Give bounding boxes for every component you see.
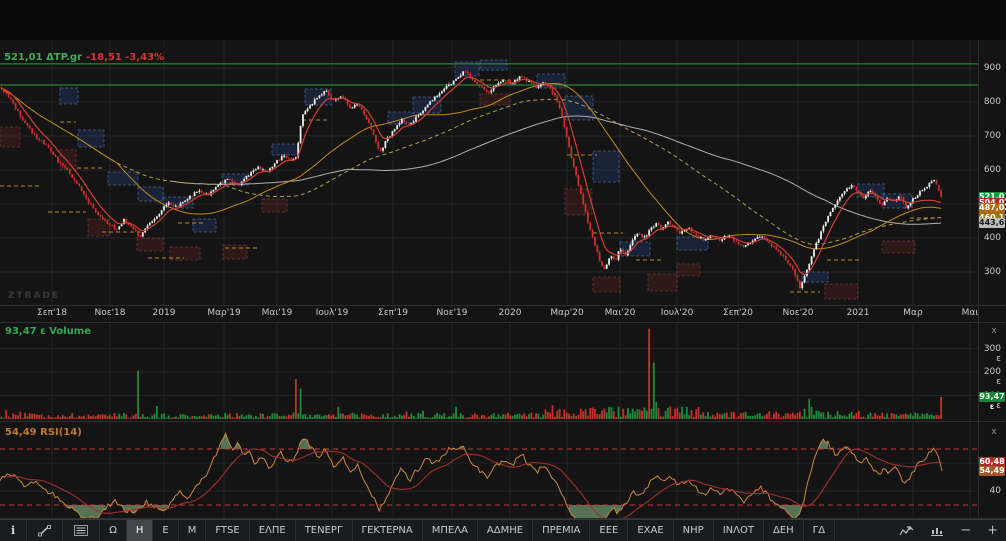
toolbar-item-15-δεη[interactable]: ΔΕΗ bbox=[764, 520, 804, 541]
toolbar-item-13-νηρ[interactable]: ΝΗΡ bbox=[674, 520, 714, 541]
rsi-tick-40: 40 bbox=[989, 486, 1001, 496]
zoom-out-icon[interactable]: − bbox=[952, 520, 979, 541]
date-label: Μαι'20 bbox=[604, 308, 636, 318]
date-label: Μαρ'19 bbox=[207, 308, 241, 318]
price-tick-400: 400 bbox=[983, 233, 1001, 243]
date-label: Ιουλ'19 bbox=[315, 308, 349, 318]
toolbar-item-0-ω[interactable]: Ω bbox=[100, 520, 127, 541]
price-tick-600: 600 bbox=[983, 165, 1001, 175]
toolbar-item-5-ελπε[interactable]: ΕΛΠΕ bbox=[250, 520, 296, 541]
toolbar-item-8-μπελα[interactable]: ΜΠΕΛΑ bbox=[423, 520, 478, 541]
date-label: 2021 bbox=[846, 308, 870, 318]
volume-close-icon[interactable]: x bbox=[988, 326, 1000, 337]
toolbar-item-12-εχαε[interactable]: ΕΧΑΕ bbox=[628, 520, 674, 541]
candlestick-chart-icon[interactable] bbox=[891, 520, 922, 541]
ticker-change: -18,51 -3,43% bbox=[86, 52, 165, 63]
toolbar-right-group: − + bbox=[891, 520, 1006, 541]
volume-tick-200: 200 ε bbox=[983, 367, 1001, 387]
price-tag-2: 487,02 bbox=[979, 203, 1006, 214]
date-label: Ιουλ'20 bbox=[660, 308, 694, 318]
date-label: Μαρ'20 bbox=[550, 308, 584, 318]
top-strip bbox=[0, 0, 1006, 40]
toolbar-item-4-ftse[interactable]: FTSE bbox=[206, 520, 250, 541]
toolbar-item-16-γδ[interactable]: ΓΔ bbox=[804, 520, 836, 541]
date-label: Μαι'19 bbox=[261, 308, 293, 318]
trading-app-window: 521,01 ΔTP.gr -18,51 -3,43% ZTRADE 93,47 … bbox=[0, 0, 1006, 541]
info-icon[interactable]: i bbox=[0, 520, 28, 541]
toolbar-item-7-γεκτερνα[interactable]: ΓΕΚΤΕΡΝΑ bbox=[353, 520, 423, 541]
toolbar-item-14-ινλοτ[interactable]: ΙΝΛΟΤ bbox=[714, 520, 764, 541]
date-label: Μαρ bbox=[903, 308, 923, 318]
ticker-label: 521,01 ΔTP.gr -18,51 -3,43% bbox=[4, 52, 164, 63]
date-label: Μαι bbox=[961, 308, 979, 318]
date-label: Σεπ'19 bbox=[378, 308, 408, 318]
toolbar-item-3-μ[interactable]: Μ bbox=[179, 520, 207, 541]
zoom-in-icon[interactable]: + bbox=[979, 520, 1006, 541]
volume-tag: 93,47 ε bbox=[979, 392, 1005, 412]
bar-chart-icon[interactable] bbox=[922, 520, 952, 541]
rsi-pane-label: 54,49 RSI(14) bbox=[5, 427, 82, 438]
price-tag-4: 443,68 bbox=[979, 218, 1006, 229]
date-label: Σεπ'20 bbox=[723, 308, 753, 318]
date-label: Νοε'19 bbox=[436, 308, 468, 318]
date-label: Νοε'18 bbox=[94, 308, 126, 318]
date-label: Νοε'20 bbox=[782, 308, 814, 318]
toolbar-item-9-αδμηε[interactable]: ΑΔΜΗΕ bbox=[478, 520, 534, 541]
platform-watermark: ZTRADE bbox=[8, 291, 61, 301]
draw-icon[interactable] bbox=[27, 520, 64, 541]
toolbar-item-2-ε[interactable]: Ε bbox=[153, 520, 179, 541]
chart-canvas[interactable] bbox=[0, 0, 1006, 519]
date-label: Σεπ'18 bbox=[37, 308, 67, 318]
date-label: 2020 bbox=[498, 308, 522, 318]
toolbar-item-1-η[interactable]: Η bbox=[126, 520, 154, 541]
price-tick-900: 900 bbox=[983, 63, 1001, 73]
price-tick-300: 300 bbox=[983, 267, 1001, 277]
price-tick-800: 800 bbox=[983, 97, 1001, 107]
price-tick-700: 700 bbox=[983, 131, 1001, 141]
toolbar-item-10-πρεμια[interactable]: ΠΡΕΜΙΑ bbox=[533, 520, 591, 541]
toolbar-item-6-τενεργ[interactable]: ΤΕΝΕΡΓ bbox=[296, 520, 353, 541]
rsi-close-icon[interactable]: x bbox=[988, 427, 1000, 438]
rsi-tag-1: 54,49 bbox=[979, 465, 1005, 476]
volume-pane-label: 93,47 ε Volume bbox=[5, 326, 91, 337]
bottom-toolbar: i Ω Η Ε Μ FTSE ΕΛΠΕ ΤΕΝΕΡΓ ΓΕΚΤΕΡΝΑ ΜΠΕΛΑ ΑΔΜΗΕ ΠΡΕ… bbox=[0, 519, 1006, 541]
ticker-symbol-price: 521,01 ΔTP.gr bbox=[4, 52, 83, 63]
volume-tick-300: 300 ε bbox=[983, 343, 1001, 364]
date-label: 2019 bbox=[152, 308, 176, 318]
info-icon-glyph: i bbox=[11, 524, 16, 537]
toolbar-item-11-εεε[interactable]: ΕΕΕ bbox=[590, 520, 629, 541]
watchlist-icon[interactable] bbox=[63, 520, 101, 541]
